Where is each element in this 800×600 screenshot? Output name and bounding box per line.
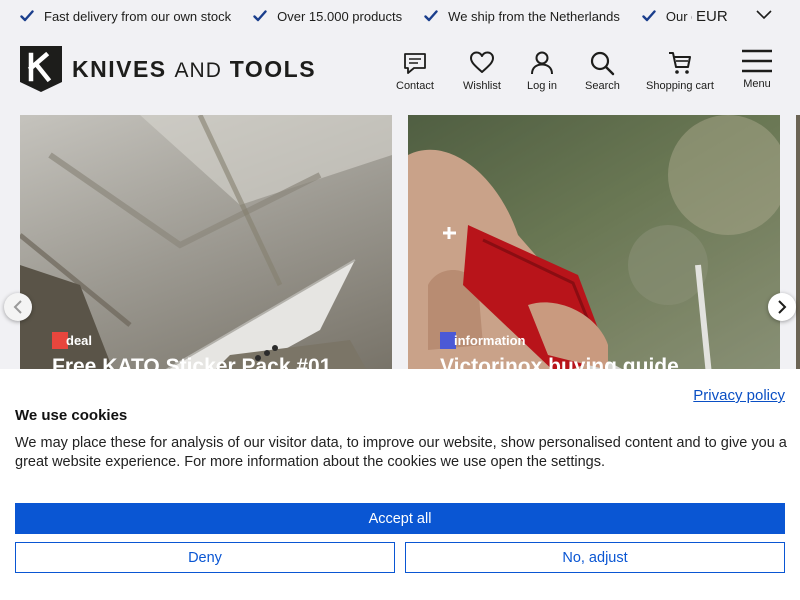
nav-contact-label: Contact	[396, 80, 434, 92]
nav-menu-label: Menu	[743, 78, 771, 90]
slide-tag-deal: deal	[52, 332, 92, 349]
logo-mark-icon	[20, 46, 62, 92]
currency-select[interactable]: EUR	[692, 0, 800, 32]
chevron-right-icon	[778, 300, 787, 314]
check-icon	[20, 10, 34, 22]
cart-icon	[668, 52, 691, 74]
check-icon	[642, 10, 656, 22]
usp-text: We ship from the Netherlands	[448, 8, 620, 24]
usp-item: Fast delivery from our own stock	[20, 9, 231, 24]
cookie-title: We use cookies	[15, 407, 128, 424]
cookie-banner: Privacy policy We use cookies We may pla…	[0, 369, 800, 600]
slider-next-button[interactable]	[768, 293, 796, 321]
nav-search-label: Search	[585, 80, 620, 92]
logo-text-tools: TOOLS	[229, 55, 317, 82]
privacy-policy-link[interactable]: Privacy policy	[693, 387, 785, 404]
nav-login-label: Log in	[527, 80, 557, 92]
logo[interactable]: KNIVES AND TOOLS	[20, 46, 316, 92]
nav-search[interactable]: Search	[585, 50, 620, 92]
chevron-left-icon	[13, 300, 22, 314]
logo-text-knives: KNIVES	[72, 55, 167, 82]
slide-tag-label: deal	[66, 333, 93, 348]
chat-icon	[404, 53, 426, 74]
logo-text: KNIVES AND TOOLS	[72, 56, 316, 83]
nav-contact[interactable]: Contact	[396, 50, 434, 92]
usp-text: Fast delivery from our own stock	[44, 8, 232, 24]
cookie-text: We may place these for analysis of our v…	[15, 435, 787, 470]
slider-prev-button[interactable]	[4, 293, 32, 321]
nav-cart[interactable]: Shopping cart	[646, 50, 714, 92]
search-icon	[591, 51, 615, 76]
hamburger-icon	[742, 49, 772, 73]
nav-login[interactable]: Log in	[527, 50, 557, 92]
usp-item: We ship from the Netherlands	[424, 9, 620, 24]
nav-wishlist[interactable]: Wishlist	[463, 50, 501, 92]
usp-bar: Fast delivery from our own stock Over 15…	[0, 0, 800, 32]
check-icon	[424, 10, 438, 22]
site-header: KNIVES AND TOOLS Contact Wishlist Log in…	[0, 32, 800, 106]
currency-value: EUR	[696, 7, 728, 25]
check-icon	[253, 10, 267, 22]
user-icon	[530, 51, 553, 75]
heart-icon	[469, 51, 494, 73]
adjust-button[interactable]: No, adjust	[405, 542, 785, 573]
nav-menu[interactable]: Menu	[741, 48, 773, 90]
usp-item: Over 15.000 products	[253, 9, 402, 24]
slide-tag-label: information	[454, 333, 526, 348]
accept-all-button[interactable]: Accept all	[15, 503, 785, 534]
chevron-down-icon	[756, 10, 772, 20]
deny-button[interactable]: Deny	[15, 542, 395, 573]
nav-wishlist-label: Wishlist	[463, 80, 501, 92]
nav-cart-label: Shopping cart	[646, 80, 714, 92]
logo-text-and: AND	[174, 58, 222, 82]
usp-text: Over 15.000 products	[277, 8, 403, 24]
slide-tag-information: information	[440, 332, 526, 349]
